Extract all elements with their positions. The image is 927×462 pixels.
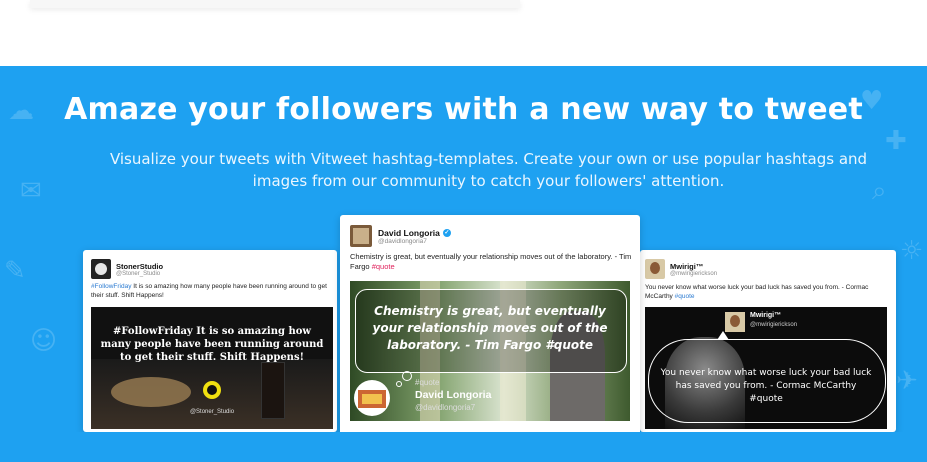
tweet-author-name: Mwirigi™: [670, 261, 704, 271]
image-author-handle: @mwirigierickson: [750, 322, 798, 328]
tweet-text: You never know what worse luck your bad …: [645, 284, 869, 300]
doodle-icon: ☺: [30, 326, 58, 356]
hero-section: ☁ ✉ ✎ ☺ ♥ ✚ ⌕ ☼ ✈ Amaze your followers w…: [0, 66, 927, 462]
tweet-hashtag[interactable]: #FollowFriday: [91, 283, 131, 290]
tweet-author-handle: @mwirigierickson: [670, 270, 718, 277]
hero-bottom-band: [0, 432, 927, 462]
image-hashtag: #quote: [415, 378, 440, 387]
top-section-edge: [30, 0, 520, 8]
tweet-card-david-longoria[interactable]: David Longoria ✓ @davidlongoria7 Chemistr…: [340, 215, 640, 441]
image-quote: You never know what worse luck your bad …: [660, 368, 872, 404]
avatar: [645, 259, 665, 279]
tweet-card-stonerstudio[interactable]: StonerStudio @Stoner_Studio #FollowFrida…: [83, 250, 337, 432]
image-author-name: David Longoria: [415, 389, 492, 401]
image-quote: Chemistry is great, but eventually your …: [372, 304, 608, 352]
tweet-author-name: StonerStudio: [116, 261, 164, 271]
avatar: [350, 225, 372, 247]
image-handle: @Stoner_Studio: [189, 409, 235, 415]
tweet-hashtag[interactable]: #quote: [675, 293, 695, 300]
tweet-hashtag[interactable]: #quote: [372, 262, 395, 271]
doodle-icon: ✎: [4, 256, 26, 286]
tweet-text: #FollowFriday It is so amazing how many …: [91, 283, 327, 299]
tweet-author-handle: @Stoner_Studio: [116, 270, 161, 277]
avatar: [91, 259, 111, 279]
hero-subline: Visualize your tweets with Vitweet hasht…: [109, 150, 868, 190]
tweet-author-name: David Longoria ✓: [378, 227, 451, 238]
doodle-icon: ☼: [900, 236, 924, 266]
doodle-icon: ✉: [20, 176, 42, 206]
avatar: [725, 312, 745, 332]
logo-icon: [203, 381, 221, 399]
image-author-handle: @davidlongoria7: [415, 403, 476, 412]
image-author-name: Mwirigi™: [750, 312, 782, 319]
tweet-image[interactable]: Chemistry is great, but eventually your …: [350, 281, 630, 421]
tweet-author-handle: @davidlongoria7: [378, 237, 427, 245]
doodle-icon: ✈: [896, 366, 918, 396]
tweet-image[interactable]: #FollowFriday It is so amazing how many …: [91, 307, 333, 429]
image-caption: #FollowFriday It is so amazing how many …: [100, 326, 324, 363]
tweet-text: Chemistry is great, but eventually your …: [350, 252, 632, 271]
tweet-card-mwirigi[interactable]: Mwirigi™ @mwirigierickson You never know…: [640, 250, 896, 432]
avatar: [354, 380, 390, 416]
tweet-image[interactable]: Mwirigi™ @mwirigierickson You never know…: [645, 307, 887, 429]
hero-headline: Amaze your followers with a new way to t…: [64, 92, 863, 127]
verified-icon: ✓: [442, 229, 451, 238]
